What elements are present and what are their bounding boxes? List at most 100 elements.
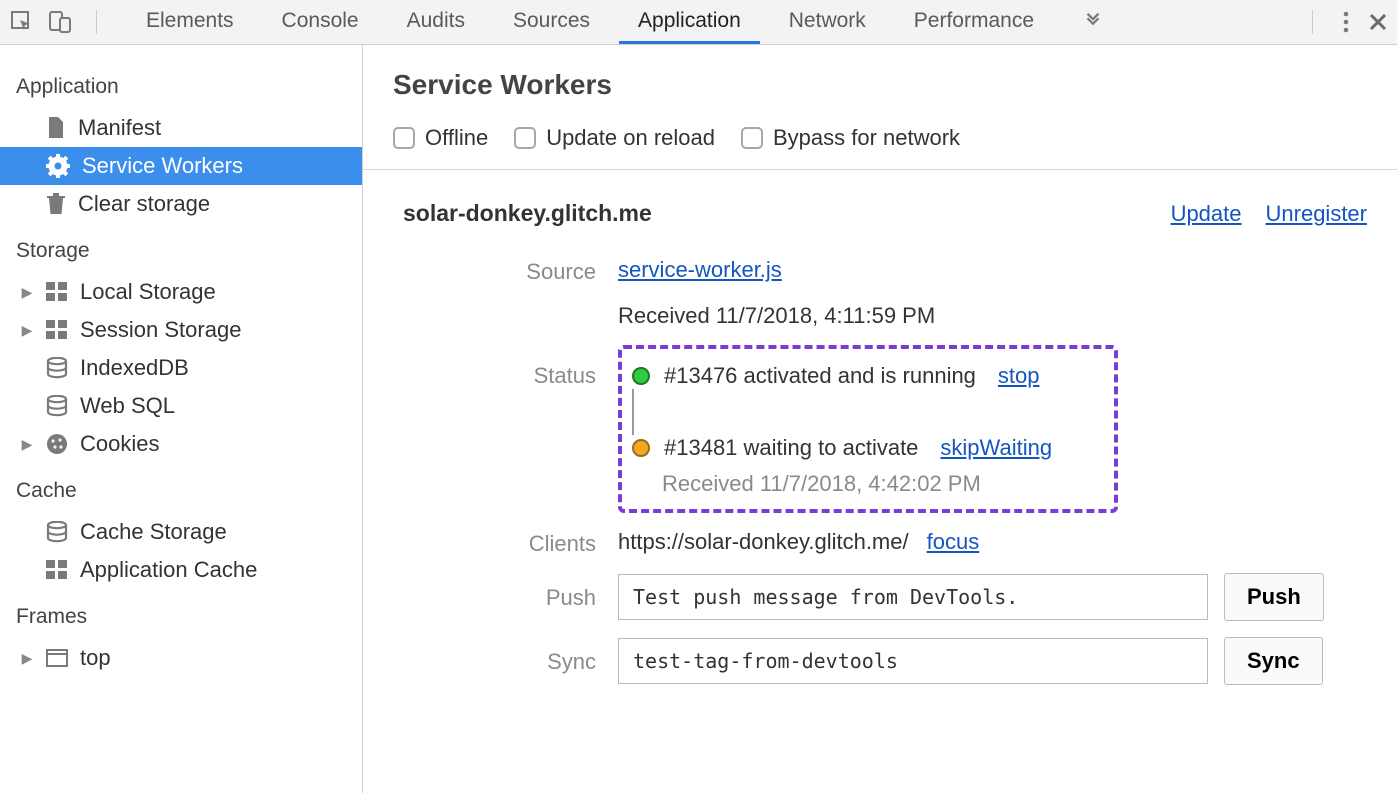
skipwaiting-link[interactable]: skipWaiting — [940, 435, 1052, 461]
sidebar-item-cookies[interactable]: ▶ Cookies — [0, 425, 362, 463]
devtools-toolbar: Elements Console Audits Sources Applicat… — [0, 0, 1397, 45]
trash-icon — [46, 192, 66, 216]
sidebar-item-label: Web SQL — [80, 393, 175, 419]
sidebar-item-label: top — [80, 645, 111, 671]
status-label: Status — [393, 345, 618, 513]
sidebar-item-label: Session Storage — [80, 317, 241, 343]
toolbar-divider-right — [1312, 10, 1313, 34]
inspect-icon[interactable] — [10, 10, 34, 34]
sidebar-item-service-workers[interactable]: Service Workers — [0, 147, 362, 185]
grid-icon — [46, 282, 68, 302]
clients-row: Clients https://solar-donkey.glitch.me/ … — [393, 521, 1367, 565]
sidebar-item-session-storage[interactable]: ▶ Session Storage — [0, 311, 362, 349]
tab-application[interactable]: Application — [619, 0, 760, 44]
sidebar-heading-application: Application — [0, 59, 362, 109]
tab-sources[interactable]: Sources — [494, 0, 609, 44]
toolbar-divider — [96, 10, 97, 34]
file-icon — [46, 116, 66, 140]
checkbox-label: Update on reload — [546, 125, 715, 151]
sidebar-item-clear-storage[interactable]: Clear storage — [0, 185, 362, 223]
push-input[interactable] — [618, 574, 1208, 620]
clients-label: Clients — [393, 529, 618, 557]
sidebar-item-indexeddb[interactable]: IndexedDB — [0, 349, 362, 387]
status-activated: #13476 activated and is running stop — [632, 363, 1098, 389]
update-on-reload-checkbox[interactable]: Update on reload — [514, 125, 715, 151]
status-connector — [632, 389, 634, 435]
grid-icon — [46, 320, 68, 340]
disclosure-icon: ▶ — [20, 284, 34, 301]
sidebar-item-top-frame[interactable]: ▶ top — [0, 639, 362, 677]
checkbox-icon — [514, 127, 536, 149]
sync-input[interactable] — [618, 638, 1208, 684]
close-icon[interactable] — [1369, 13, 1387, 31]
sidebar-heading-frames: Frames — [0, 589, 362, 639]
tab-performance[interactable]: Performance — [895, 0, 1053, 44]
push-button[interactable]: Push — [1224, 573, 1324, 621]
sidebar-item-label: Manifest — [78, 115, 161, 141]
sidebar-item-application-cache[interactable]: Application Cache — [0, 551, 362, 589]
sidebar-item-label: Application Cache — [80, 557, 257, 583]
sidebar-item-label: Service Workers — [82, 153, 243, 179]
stop-link[interactable]: stop — [998, 363, 1040, 389]
bypass-checkbox[interactable]: Bypass for network — [741, 125, 960, 151]
tabs-overflow[interactable] — [1063, 0, 1123, 44]
gear-icon — [46, 154, 70, 178]
status-row: Status #13476 activated and is running s… — [393, 337, 1367, 521]
cookie-icon — [46, 433, 68, 455]
service-workers-panel: Service Workers Offline Update on reload… — [363, 45, 1397, 793]
divider — [363, 169, 1397, 170]
sidebar-item-manifest[interactable]: Manifest — [0, 109, 362, 147]
main: Application Manifest Service Workers Cle… — [0, 45, 1397, 793]
frame-icon — [46, 649, 68, 667]
disclosure-icon: ▶ — [20, 322, 34, 339]
push-row: Push Push — [393, 565, 1367, 629]
database-icon — [46, 357, 68, 379]
sidebar-item-cache-storage[interactable]: Cache Storage — [0, 513, 362, 551]
offline-checkbox[interactable]: Offline — [393, 125, 488, 151]
status-dot-orange-icon — [632, 439, 650, 457]
sidebar-item-local-storage[interactable]: ▶ Local Storage — [0, 273, 362, 311]
disclosure-icon: ▶ — [20, 436, 34, 453]
source-label: Source — [393, 257, 618, 329]
sw-origin: solar-donkey.glitch.me — [403, 200, 652, 227]
sw-options: Offline Update on reload Bypass for netw… — [393, 125, 1367, 151]
device-icon[interactable] — [48, 10, 72, 34]
page-title: Service Workers — [393, 69, 1367, 101]
sync-button[interactable]: Sync — [1224, 637, 1323, 685]
sidebar-item-label: IndexedDB — [80, 355, 189, 381]
unregister-link[interactable]: Unregister — [1266, 201, 1367, 227]
source-received: Received 11/7/2018, 4:11:59 PM — [618, 303, 1367, 329]
status-waiting-received: Received 11/7/2018, 4:42:02 PM — [632, 471, 1098, 497]
devtools-tabs: Elements Console Audits Sources Applicat… — [127, 0, 1123, 44]
kebab-icon[interactable] — [1343, 11, 1349, 33]
tab-audits[interactable]: Audits — [388, 0, 484, 44]
checkbox-label: Bypass for network — [773, 125, 960, 151]
grid-icon — [46, 560, 68, 580]
sidebar-heading-cache: Cache — [0, 463, 362, 513]
status-waiting-text: #13481 waiting to activate — [664, 435, 918, 461]
update-link[interactable]: Update — [1171, 201, 1242, 227]
source-file-link[interactable]: service-worker.js — [618, 257, 1367, 283]
checkbox-icon — [393, 127, 415, 149]
tab-elements[interactable]: Elements — [127, 0, 253, 44]
focus-link[interactable]: focus — [927, 529, 980, 555]
sidebar-item-websql[interactable]: Web SQL — [0, 387, 362, 425]
application-sidebar: Application Manifest Service Workers Cle… — [0, 45, 363, 793]
status-dot-green-icon — [632, 367, 650, 385]
sidebar-heading-storage: Storage — [0, 223, 362, 273]
origin-row: solar-donkey.glitch.me Update Unregister — [393, 194, 1367, 249]
tab-network[interactable]: Network — [770, 0, 885, 44]
database-icon — [46, 395, 68, 417]
sidebar-item-label: Cookies — [80, 431, 159, 457]
sidebar-item-label: Cache Storage — [80, 519, 227, 545]
disclosure-icon: ▶ — [20, 650, 34, 667]
status-activated-text: #13476 activated and is running — [664, 363, 976, 389]
database-icon — [46, 521, 68, 543]
checkbox-label: Offline — [425, 125, 488, 151]
push-label: Push — [393, 573, 618, 621]
status-waiting: #13481 waiting to activate skipWaiting — [632, 435, 1098, 461]
client-url: https://solar-donkey.glitch.me/ — [618, 529, 909, 555]
tab-console[interactable]: Console — [263, 0, 378, 44]
source-row: Source service-worker.js Received 11/7/2… — [393, 249, 1367, 337]
sidebar-item-label: Local Storage — [80, 279, 216, 305]
